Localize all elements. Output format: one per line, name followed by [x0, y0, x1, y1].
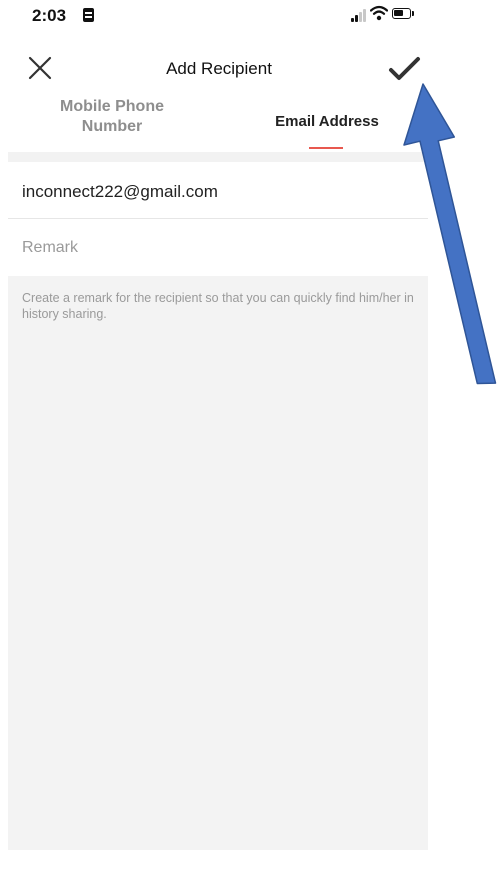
status-time: 2:03 [32, 6, 67, 25]
section-divider [8, 152, 428, 162]
tab-label: Mobile Phone Number [60, 98, 164, 135]
page-title: Add Recipient [166, 59, 272, 78]
battery-tip [412, 11, 414, 16]
cellular-signal-icon [351, 8, 367, 22]
battery-icon [392, 8, 411, 19]
nav-bar: Add Recipient [0, 48, 428, 92]
tab-mobile-phone-number[interactable]: Mobile Phone Number [30, 96, 194, 152]
right-margin [428, 0, 501, 874]
recipient-type-tabs: Mobile Phone Number Email Address [0, 96, 428, 152]
remark-hint-text: Create a remark for the recipient so tha… [22, 291, 414, 321]
tab-email-address[interactable]: Email Address [246, 96, 408, 152]
remark-input[interactable] [22, 237, 412, 259]
add-recipient-screen: 2:03 Add Recipient Mobile Phone Number E… [0, 0, 428, 874]
remark-field[interactable] [8, 219, 428, 275]
wifi-icon [370, 5, 388, 21]
tab-label: Email Address [275, 113, 379, 130]
email-field[interactable]: inconnect222@gmail.com [8, 162, 428, 219]
status-bar: 2:03 [0, 0, 428, 40]
sim-card-icon [83, 8, 94, 22]
active-tab-indicator [309, 147, 343, 149]
checkmark-icon[interactable] [388, 54, 422, 84]
remark-hint-area: Create a remark for the recipient so tha… [8, 276, 428, 850]
email-value[interactable]: inconnect222@gmail.com [22, 182, 218, 202]
